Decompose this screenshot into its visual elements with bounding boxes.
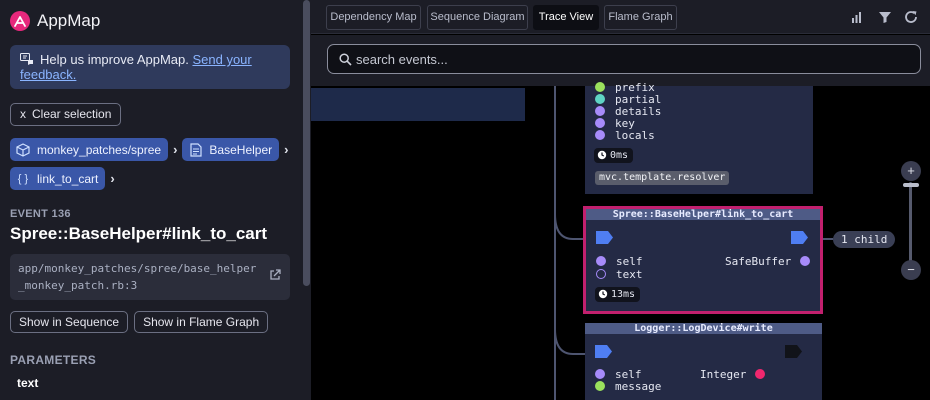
- param-dot: [595, 369, 605, 379]
- show-in-flame-graph-button[interactable]: Show in Flame Graph: [134, 311, 269, 333]
- clock-icon: [598, 289, 608, 299]
- breadcrumb-class-label: BaseHelper: [209, 142, 273, 157]
- input-tag-icon: [595, 345, 612, 358]
- show-in-sequence-button[interactable]: Show in Sequence: [10, 311, 129, 333]
- event-title: Spree::BaseHelper#link_to_cart: [10, 224, 268, 243]
- param-dot: [596, 256, 606, 266]
- zoom-slider-track[interactable]: [909, 182, 912, 262]
- output-tag-icon: [785, 345, 802, 358]
- zoom-in-button[interactable]: +: [901, 161, 921, 181]
- class-icon: [187, 142, 203, 158]
- parameters-heading: PARAMETERS: [10, 353, 97, 367]
- param-row: text: [596, 268, 643, 281]
- source-path[interactable]: app/monkey_patches/spree/base_helper_mon…: [10, 254, 290, 300]
- feedback-text: Help us improve AppMap.: [40, 52, 193, 67]
- refresh-icon[interactable]: [903, 9, 919, 25]
- appmap-logo-icon: [10, 11, 30, 31]
- details-panel: AppMap Help us improve AppMap. Send your…: [0, 0, 311, 400]
- chevron-right-icon: ›: [284, 142, 289, 157]
- param-dot: [596, 269, 606, 279]
- param-dot: [595, 82, 605, 92]
- braces-icon: { }: [17, 172, 29, 185]
- chevron-right-icon: ›: [173, 142, 178, 157]
- tab-dependency-map[interactable]: Dependency Map: [326, 5, 421, 30]
- breadcrumb-function-label: link_to_cart: [37, 171, 99, 186]
- param-dot: [595, 130, 605, 140]
- bar-chart-icon[interactable]: [849, 9, 865, 25]
- param-dot: [595, 106, 605, 116]
- children-count-pill[interactable]: 1 child: [833, 231, 896, 248]
- filter-icon[interactable]: [877, 9, 893, 25]
- trace-node-previous[interactable]: prefix partial details key locals 0ms mv…: [585, 81, 813, 194]
- duration-badge: 0ms: [594, 148, 634, 163]
- close-icon: x: [20, 107, 26, 121]
- chevron-right-icon: ›: [110, 171, 115, 186]
- output-tag-icon: [791, 231, 808, 244]
- parameter-item: text: [17, 376, 39, 390]
- return-row: SafeBuffer: [725, 255, 811, 268]
- zoom-out-button[interactable]: −: [901, 260, 921, 280]
- package-icon: [15, 142, 31, 158]
- event-label: EVENT 136: [10, 208, 71, 220]
- node-label-chip: mvc.template.resolver: [595, 171, 730, 185]
- breadcrumb: monkey_patches/spree › BaseHelper › { } …: [10, 138, 300, 196]
- app-title: AppMap: [37, 11, 101, 30]
- breadcrumb-package-label: monkey_patches/spree: [37, 142, 162, 157]
- search-field[interactable]: [327, 44, 921, 74]
- input-tag-icon: [596, 231, 613, 244]
- param-row: locals: [595, 129, 655, 142]
- app-header: AppMap: [10, 9, 100, 33]
- breadcrumb-class[interactable]: BaseHelper: [182, 138, 280, 161]
- feedback-icon: [20, 53, 33, 65]
- tab-trace-view[interactable]: Trace View: [533, 5, 599, 30]
- zoom-slider-thumb[interactable]: [903, 183, 919, 187]
- return-row: Integer: [700, 368, 766, 381]
- feedback-banner: Help us improve AppMap. Send your feedba…: [10, 45, 290, 89]
- tab-flame-graph[interactable]: Flame Graph: [604, 5, 677, 30]
- trace-node-selected[interactable]: Spree::BaseHelper#link_to_cart self text…: [583, 206, 823, 314]
- main-view: Dependency Map Sequence Diagram Trace Vi…: [311, 0, 930, 400]
- trace-node-next[interactable]: Logger::LogDevice#write self message Int…: [585, 323, 822, 400]
- source-path-text: app/monkey_patches/spree/base_helper_mon…: [18, 262, 257, 292]
- clock-icon: [597, 150, 607, 160]
- tab-sequence-diagram[interactable]: Sequence Diagram: [427, 5, 528, 30]
- external-link-icon[interactable]: [269, 269, 281, 281]
- search-bar: [311, 35, 930, 86]
- panel-scrollbar[interactable]: [303, 0, 310, 286]
- search-icon: [339, 53, 352, 66]
- breadcrumb-function[interactable]: { } link_to_cart: [10, 167, 106, 190]
- breadcrumb-package[interactable]: monkey_patches/spree: [10, 138, 169, 161]
- duration-badge: 13ms: [595, 287, 641, 302]
- param-dot: [595, 94, 605, 104]
- node-title: Logger::LogDevice#write: [585, 323, 822, 334]
- return-dot: [800, 256, 811, 266]
- param-row: message: [595, 380, 661, 393]
- clear-selection-label: Clear selection: [32, 107, 112, 121]
- clear-selection-button[interactable]: x Clear selection: [10, 103, 122, 126]
- search-input[interactable]: [356, 49, 896, 69]
- param-dot: [595, 118, 605, 128]
- node-title: Spree::BaseHelper#link_to_cart: [586, 209, 820, 220]
- param-dot: [595, 381, 605, 391]
- return-dot: [755, 369, 766, 379]
- param-row: self: [596, 255, 643, 268]
- tab-bar: Dependency Map Sequence Diagram Trace Vi…: [311, 0, 930, 34]
